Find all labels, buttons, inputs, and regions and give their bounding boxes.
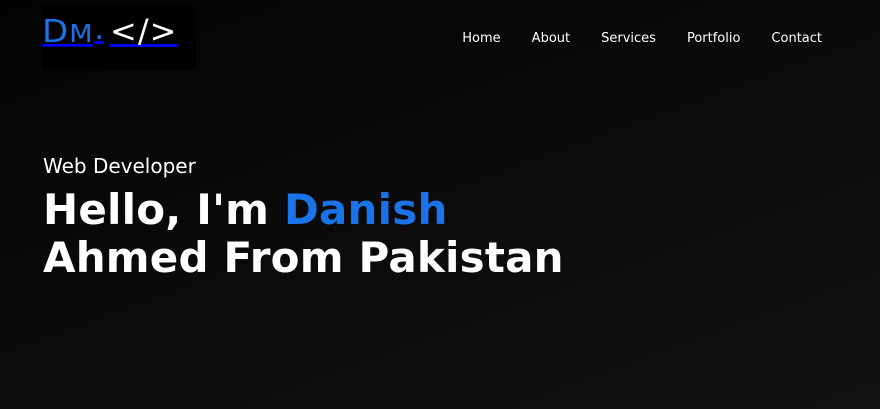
nav-link-about[interactable]: About: [532, 30, 570, 48]
code-brackets-icon: </>: [110, 12, 178, 50]
nav-link-services[interactable]: Services: [601, 30, 656, 48]
nav-link-contact[interactable]: Contact: [771, 30, 822, 48]
logo-initials: DM: [42, 16, 93, 47]
hero-section: Web Developer Hello, I'm Danish Ahmed Fr…: [43, 152, 564, 282]
site-logo[interactable]: DM. </>: [42, 6, 196, 70]
nav-link-home[interactable]: Home: [462, 30, 500, 48]
main-nav: Home About Services Portfolio Contact: [431, 30, 822, 48]
hero-title-line2: Ahmed From Pakistan: [43, 233, 564, 282]
logo-dot: .: [94, 12, 105, 47]
hero-title: Hello, I'm Danish Ahmed From Pakistan: [43, 186, 564, 282]
logo-initial-d: D: [42, 13, 70, 51]
nav-link-portfolio[interactable]: Portfolio: [687, 30, 740, 48]
hero-greeting: Hello, I'm: [43, 185, 284, 234]
hero-name-highlight: Danish: [283, 185, 448, 234]
logo-initial-m: M: [69, 20, 94, 49]
hero-role: Web Developer: [43, 154, 196, 178]
